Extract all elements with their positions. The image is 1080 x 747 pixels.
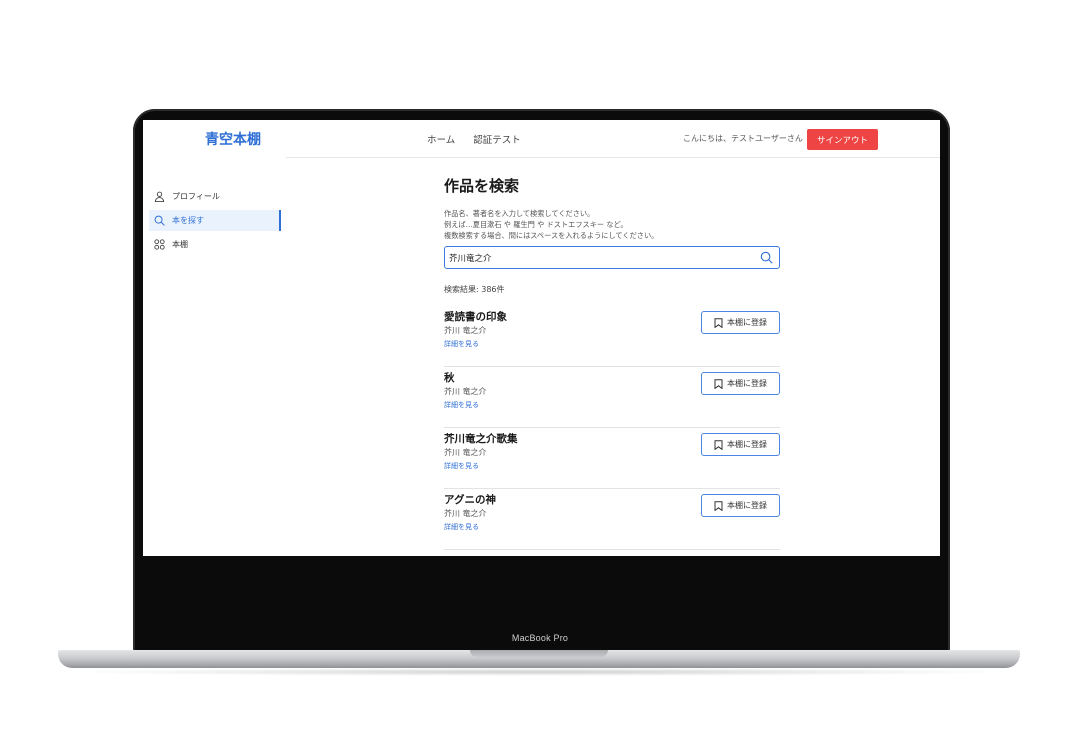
laptop-notch <box>470 650 608 657</box>
result-title: 秋 <box>444 372 455 384</box>
sidebar-item-find-books[interactable]: 本を探す <box>149 210 281 231</box>
help-line: 例えば…夏目漱石 や 羅生門 や ドストエフスキー など。 <box>444 220 628 229</box>
sidebar-item-profile[interactable]: プロフィール <box>149 186 281 207</box>
list-item: アグニの神 芥川 竜之介 詳細を見る 本棚に登録 <box>444 489 780 550</box>
button-label: 本棚に登録 <box>727 440 767 449</box>
search-icon <box>154 215 165 226</box>
sidebar-item-label: 本棚 <box>172 240 188 249</box>
search-icon[interactable] <box>760 251 773 264</box>
search-box <box>444 246 780 269</box>
app: 青空本棚 ホーム 認証テスト こんにちは、テストユーザーさん サインアウト プロ… <box>143 120 940 556</box>
button-label: 本棚に登録 <box>727 379 767 388</box>
top-nav: ホーム 認証テスト <box>427 132 521 146</box>
search-input[interactable] <box>449 250 749 265</box>
help-line: 複数検索する場合、間にはスペースを入れるようにしてください。 <box>444 231 659 240</box>
sidebar-item-label: プロフィール <box>172 192 220 201</box>
list-item: 芥川竜之介歌集 芥川 竜之介 詳細を見る 本棚に登録 <box>444 428 780 489</box>
result-author: 芥川 竜之介 <box>444 448 487 457</box>
add-to-shelf-button[interactable]: 本棚に登録 <box>701 494 780 517</box>
result-title: 芥川竜之介歌集 <box>444 433 518 445</box>
result-author: 芥川 竜之介 <box>444 509 487 518</box>
result-author: 芥川 竜之介 <box>444 387 487 396</box>
device-label: MacBook Pro <box>511 633 569 643</box>
list-item: 秋 芥川 竜之介 詳細を見る 本棚に登録 <box>444 367 780 428</box>
result-title: アグニの神 <box>444 494 496 506</box>
details-link[interactable]: 詳細を見る <box>444 339 479 349</box>
add-to-shelf-button[interactable]: 本棚に登録 <box>701 372 780 395</box>
button-label: 本棚に登録 <box>727 318 767 327</box>
add-to-shelf-button[interactable]: 本棚に登録 <box>701 311 780 334</box>
signout-button[interactable]: サインアウト <box>807 129 878 150</box>
help-line: 作品名、著者名を入力して検索してください。 <box>444 209 595 218</box>
nav-home[interactable]: ホーム <box>427 132 455 146</box>
header: 青空本棚 ホーム 認証テスト こんにちは、テストユーザーさん サインアウト <box>143 120 940 158</box>
button-label: 本棚に登録 <box>727 501 767 510</box>
details-link[interactable]: 詳細を見る <box>444 400 479 410</box>
bookmark-icon <box>714 317 723 328</box>
user-icon <box>154 191 165 202</box>
details-link[interactable]: 詳細を見る <box>444 522 479 532</box>
add-to-shelf-button[interactable]: 本棚に登録 <box>701 433 780 456</box>
search-help-text: 作品名、著者名を入力して検索してください。 例えば…夏目漱石 や 羅生門 や ド… <box>444 208 658 241</box>
laptop-screen: 青空本棚 ホーム 認証テスト こんにちは、テストユーザーさん サインアウト プロ… <box>143 120 940 556</box>
bookmark-icon <box>714 439 723 450</box>
laptop-shadow <box>60 668 1018 676</box>
user-greeting: こんにちは、テストユーザーさん <box>683 134 803 143</box>
header-divider <box>286 157 940 158</box>
sidebar-item-label: 本を探す <box>172 216 204 225</box>
sidebar: プロフィール 本を探す 本棚 <box>143 158 283 556</box>
nav-auth-test[interactable]: 認証テスト <box>473 132 521 146</box>
page-title: 作品を検索 <box>444 177 520 195</box>
result-author: 芥川 竜之介 <box>444 326 487 335</box>
bookmark-icon <box>714 378 723 389</box>
grid-icon <box>154 239 165 250</box>
result-count: 検索結果: 386件 <box>444 285 505 294</box>
sidebar-item-bookshelf[interactable]: 本棚 <box>149 234 281 255</box>
details-link[interactable]: 詳細を見る <box>444 461 479 471</box>
bookmark-icon <box>714 500 723 511</box>
list-item: 愛読書の印象 芥川 竜之介 詳細を見る 本棚に登録 <box>444 306 780 367</box>
site-logo[interactable]: 青空本棚 <box>205 129 261 149</box>
result-title: 愛読書の印象 <box>444 311 507 323</box>
